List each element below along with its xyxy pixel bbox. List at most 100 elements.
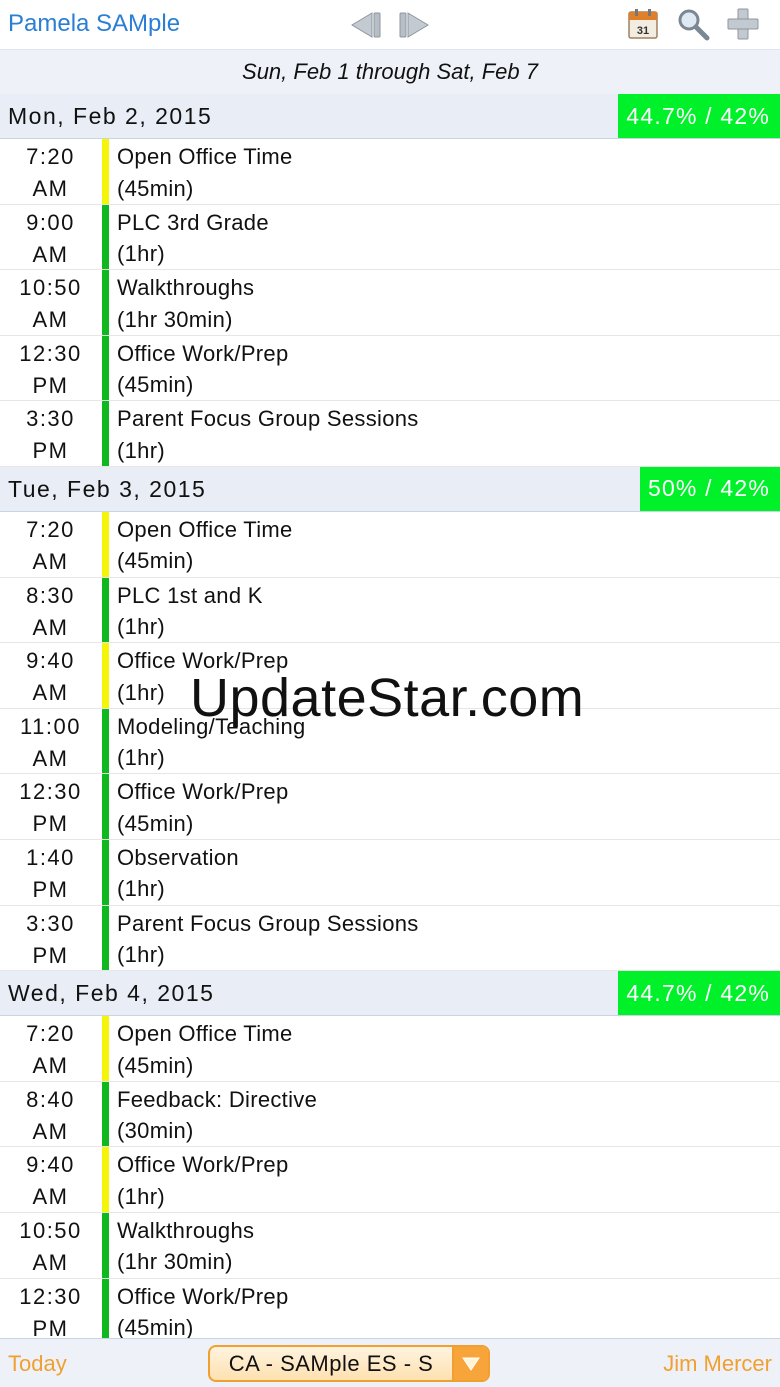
event-time: 7:20 AM: [0, 1016, 101, 1082]
event-time-clock: 8:40: [26, 1086, 75, 1112]
dropdown-button[interactable]: [452, 1347, 488, 1380]
event-status-bar: [102, 511, 109, 577]
event-status-bar: [102, 1016, 109, 1081]
event-title: Feedback: Directive: [117, 1086, 318, 1112]
next-week-button[interactable]: [398, 8, 432, 42]
event-title: Open Office Time: [117, 516, 293, 542]
event-row[interactable]: 3:30 PM Parent Focus Group Sessions (1hr): [0, 401, 780, 467]
event-time-ampm: AM: [32, 307, 69, 333]
event-duration: (45min): [117, 1315, 194, 1338]
event-title: Office Work/Prep: [117, 1152, 289, 1178]
event-row[interactable]: 9:00 AM PLC 3rd Grade (1hr): [0, 204, 780, 271]
event-status-bar: [102, 1278, 109, 1338]
event-time-ampm: AM: [32, 548, 69, 574]
event-duration: (45min): [117, 810, 194, 836]
date-range-label: Sun, Feb 1 through Sat, Feb 7: [242, 59, 538, 84]
event-title: Modeling/Teaching: [117, 713, 306, 739]
school-selector-value: CA - SAMple ES - S: [228, 1350, 434, 1376]
event-details: Parent Focus Group Sessions (1hr): [117, 908, 419, 971]
event-duration: (30min): [117, 1118, 194, 1144]
event-time-ampm: AM: [32, 1118, 69, 1144]
schedule-list[interactable]: Mon, Feb 2, 2015 44.7% / 42% 7:20 AM Open Of…: [0, 94, 780, 1338]
event-time-clock: 9:40: [26, 1152, 75, 1178]
event-time: 12:30 PM: [0, 774, 101, 840]
school-selector[interactable]: CA - SAMple ES - S: [208, 1345, 490, 1382]
event-time-clock: 8:30: [26, 582, 75, 608]
day-header: Mon, Feb 2, 2015 44.7% / 42%: [0, 94, 780, 139]
event-time-ampm: AM: [32, 176, 69, 201]
event-row[interactable]: 7:20 AM Open Office Time (45min): [0, 1016, 780, 1082]
event-time: 8:30 AM: [0, 578, 101, 644]
today-button[interactable]: Today: [8, 1351, 67, 1377]
event-row[interactable]: 9:40 AM Office Work/Prep (1hr): [0, 643, 780, 709]
event-details: Parent Focus Group Sessions (1hr): [117, 403, 419, 466]
calendar-button[interactable]: 31: [625, 6, 661, 42]
event-row[interactable]: 12:30 PM Office Work/Prep (45min): [0, 1278, 780, 1338]
event-time-ampm: AM: [32, 614, 69, 640]
add-event-button[interactable]: [725, 6, 761, 42]
event-time-clock: 12:30: [19, 1283, 82, 1309]
event-row[interactable]: 8:30 AM PLC 1st and K (1hr): [0, 577, 780, 644]
event-row[interactable]: 11:00 AM Modeling/Teaching (1hr): [0, 708, 780, 775]
chevron-down-icon: [462, 1357, 480, 1371]
day-percent-badge: 44.7% / 42%: [618, 94, 780, 138]
event-time-clock: 7:20: [26, 516, 75, 542]
event-status-bar: [102, 335, 109, 401]
event-row[interactable]: 12:30 PM Office Work/Prep (45min): [0, 774, 780, 840]
event-time-ampm: PM: [32, 372, 69, 398]
event-status-bar: [102, 839, 109, 905]
event-time-clock: 1:40: [26, 844, 75, 870]
user-name-link[interactable]: Pamela SAMple: [8, 10, 180, 38]
top-bar: Pamela SAMple 31: [0, 0, 780, 50]
event-duration: (45min): [117, 372, 194, 398]
event-time-ampm: AM: [32, 1184, 69, 1210]
event-time: 1:40 PM: [0, 840, 101, 906]
footer-bar: Today CA - SAMple ES - S Jim Mercer: [0, 1338, 780, 1387]
event-duration: (1hr 30min): [117, 306, 233, 332]
event-time-clock: 12:30: [19, 779, 82, 805]
event-row[interactable]: 3:30 PM Parent Focus Group Sessions (1hr): [0, 905, 780, 972]
event-row[interactable]: 10:50 AM Walkthroughs (1hr 30min): [0, 1212, 780, 1279]
event-time-clock: 10:50: [19, 1217, 82, 1243]
event-time: 10:50 AM: [0, 1213, 101, 1279]
event-details: Office Work/Prep (1hr): [117, 645, 289, 708]
event-details: Open Office Time (45min): [117, 1018, 293, 1081]
event-time: 10:50 AM: [0, 270, 101, 336]
event-duration: (1hr 30min): [117, 1249, 233, 1275]
event-row[interactable]: 1:40 PM Observation (1hr): [0, 839, 780, 906]
event-status-bar: [102, 204, 109, 270]
event-title: Office Work/Prep: [117, 648, 289, 674]
next-arrow-icon: [399, 12, 429, 38]
event-row[interactable]: 10:50 AM Walkthroughs (1hr 30min): [0, 270, 780, 336]
event-status-bar: [102, 1147, 109, 1212]
event-title: Open Office Time: [117, 144, 293, 169]
event-details: Office Work/Prep (45min): [117, 776, 289, 839]
event-title: Parent Focus Group Sessions: [117, 910, 419, 936]
event-details: PLC 1st and K (1hr): [117, 580, 263, 643]
event-time-clock: 12:30: [19, 340, 82, 366]
event-duration: (1hr): [117, 614, 165, 640]
prev-week-button[interactable]: [348, 8, 382, 42]
event-title: Walkthroughs: [117, 275, 255, 301]
event-title: Office Work/Prep: [117, 779, 289, 805]
event-row[interactable]: 8:40 AM Feedback: Directive (30min): [0, 1081, 780, 1148]
event-status-bar: [102, 401, 109, 466]
event-time: 11:00 AM: [0, 709, 101, 775]
event-details: Office Work/Prep (45min): [117, 338, 289, 401]
day-label: Mon, Feb 2, 2015: [8, 103, 213, 129]
event-time-ampm: PM: [32, 438, 69, 464]
event-time: 3:30 PM: [0, 906, 101, 972]
event-row[interactable]: 12:30 PM Office Work/Prep (45min): [0, 335, 780, 402]
event-duration: (1hr): [117, 745, 165, 771]
footer-user-link[interactable]: Jim Mercer: [663, 1351, 772, 1377]
search-button[interactable]: [675, 6, 711, 42]
event-time-ampm: AM: [32, 680, 69, 706]
event-time-clock: 9:40: [26, 648, 75, 674]
event-status-bar: [102, 905, 109, 971]
event-status-bar: [102, 774, 109, 839]
event-row[interactable]: 9:40 AM Office Work/Prep (1hr): [0, 1147, 780, 1213]
event-row[interactable]: 7:20 AM Open Office Time (45min): [0, 139, 780, 205]
event-row[interactable]: 7:20 AM Open Office Time (45min): [0, 511, 780, 578]
event-time-ampm: PM: [32, 876, 69, 902]
event-time-ampm: AM: [32, 745, 69, 771]
